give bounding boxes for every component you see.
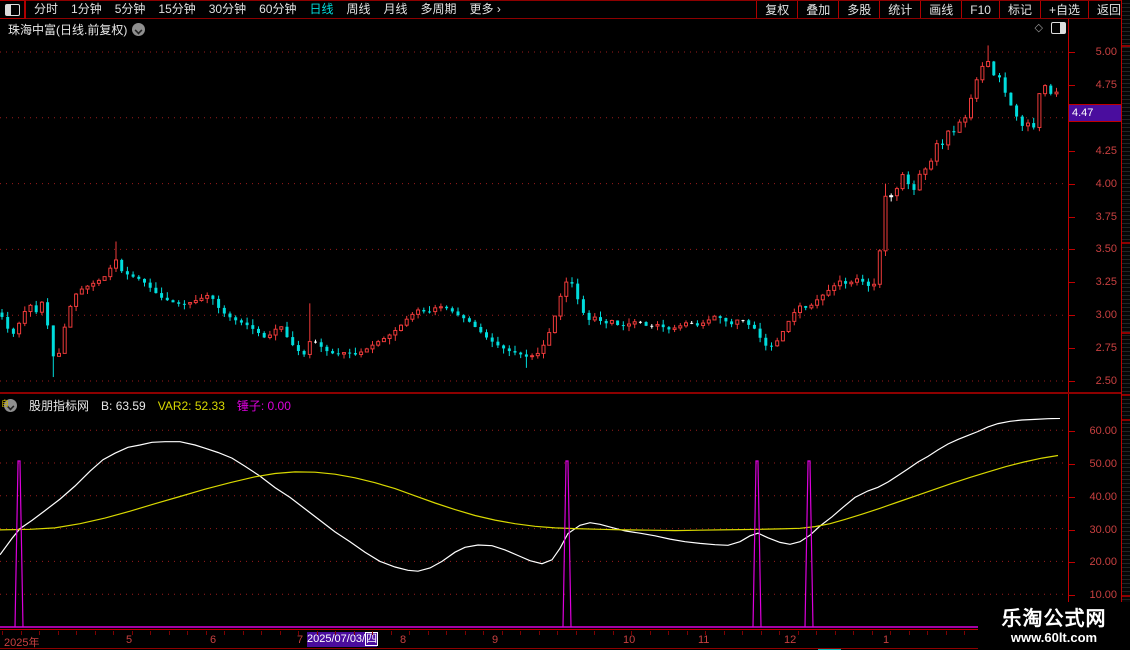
axis-label: 3.50 [1095, 243, 1117, 255]
period-tab-10[interactable]: 更多 › [470, 1, 501, 18]
indicator-value-hammer: 锤子: 0.00 [236, 399, 291, 413]
period-tab-7[interactable]: 周线 [346, 1, 370, 18]
date-label-2: 6 [210, 634, 217, 646]
toolbar-action-4[interactable]: 画线 [920, 1, 961, 18]
watermark-site-name: 乐淘公式网 [1001, 607, 1107, 630]
date-label-1: 5 [126, 634, 133, 646]
axis-label: 10.00 [1089, 589, 1117, 601]
indicator-value-var2: VAR2: 52.33 [157, 398, 225, 413]
last-price-value: 4.47 [1072, 107, 1094, 119]
period-tab-5[interactable]: 60分钟 [259, 1, 296, 18]
watermark-url: www.60lt.com [1010, 629, 1098, 645]
axis-label: 3.25 [1095, 276, 1117, 288]
axis-label: 40.00 [1089, 491, 1117, 503]
period-tabs: 分时 1分钟 5分钟 15分钟 30分钟 60分钟 日线 周线 月线 多周期 更多 › [34, 1, 501, 18]
axis-label: 50.00 [1089, 458, 1117, 470]
axis-label: 20.00 [1089, 556, 1117, 568]
axis-label: 5.00 [1095, 46, 1117, 58]
period-tab-4[interactable]: 30分钟 [209, 1, 246, 18]
toolbar-actions: 复权 叠加 多股 统计 画线 F10 标记 +自选 返回 [756, 1, 1130, 18]
panel-toggle-button[interactable] [0, 0, 26, 19]
indicator-value-b: B: 63.59 [101, 398, 146, 413]
period-tab-3[interactable]: 15分钟 [158, 1, 195, 18]
toolbar-action-5[interactable]: F10 [961, 1, 999, 18]
watermark: 乐淘公式网 www.60lt.com [978, 602, 1130, 650]
toolbar-action-1[interactable]: 叠加 [797, 1, 838, 18]
date-label-5: 9 [492, 634, 499, 646]
last-price-tag: 4.47 [1069, 104, 1121, 122]
axis-label: 30.00 [1089, 524, 1117, 536]
axis-label: 3.75 [1095, 211, 1117, 223]
toolbar-action-7[interactable]: +自选 [1039, 1, 1088, 18]
top-toolbar: 分时 1分钟 5分钟 15分钟 30分钟 60分钟 日线 周线 月线 多周期 更多 › 复权 叠加 多股… [0, 0, 1130, 19]
indicator-chart[interactable] [0, 418, 1068, 630]
axis-label: 2.50 [1095, 375, 1117, 387]
date-axis[interactable]: 2025/07/03/四 2025年 5 6 7 8 9 10 11 12 1 [0, 631, 1130, 649]
axis-label: 2.75 [1095, 342, 1117, 354]
date-label-6: 10 [623, 634, 636, 646]
period-tab-9[interactable]: 多周期 [421, 1, 457, 18]
panel-left-icon [4, 3, 20, 16]
right-sidebar-strip[interactable] [1121, 0, 1130, 650]
toolbar-action-3[interactable]: 统计 [879, 1, 920, 18]
axis-label: 3.00 [1095, 309, 1117, 321]
date-label-7: 11 [698, 634, 710, 646]
axis-label: 4.25 [1095, 145, 1117, 157]
period-tab-0[interactable]: 分时 [34, 1, 58, 18]
period-tab-1[interactable]: 1分钟 [71, 1, 102, 18]
date-axis-top-border [0, 629, 1130, 630]
cursor-date-readout: 2025/07/03/四 [307, 632, 379, 647]
right-strip-glyph: 自 [1, 399, 9, 408]
axis-label: 4.75 [1095, 79, 1117, 91]
toolbar-action-6[interactable]: 标记 [998, 1, 1040, 18]
panel-divider[interactable] [0, 392, 1130, 394]
period-tab-2[interactable]: 5分钟 [115, 1, 146, 18]
toolbar-action-0[interactable]: 复权 [756, 1, 797, 18]
indicator-name: 股朋指标网 [29, 399, 90, 413]
price-axis[interactable]: 4.47 5.00 4.75 4.25 4.00 3.75 3.50 3.25 3.00 2.7… [1068, 19, 1121, 630]
toolbar-action-2[interactable]: 多股 [838, 1, 879, 18]
indicator-header: 股朋指标网 B: 63.59 VAR2: 52.33 锤子: 0.00 [0, 395, 291, 416]
date-label-9: 1 [883, 634, 890, 646]
date-label-8: 12 [784, 634, 797, 646]
axis-label: 4.00 [1095, 178, 1117, 190]
date-label-4: 8 [400, 634, 407, 646]
period-tab-8[interactable]: 月线 [384, 1, 408, 18]
date-label-3: 7 [297, 634, 304, 646]
axis-label: 60.00 [1089, 425, 1117, 437]
candlestick-chart[interactable] [0, 19, 1068, 392]
period-tab-6[interactable]: 日线 [309, 1, 333, 18]
